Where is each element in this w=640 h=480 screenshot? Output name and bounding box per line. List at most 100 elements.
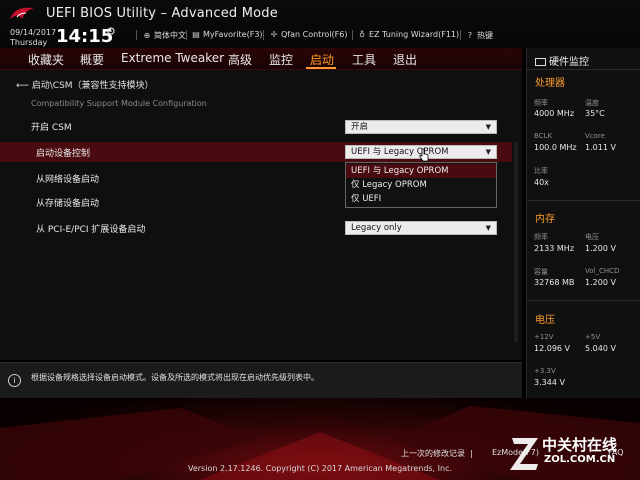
tab-monitor[interactable]: 监控 <box>269 51 293 68</box>
chevron-down-icon: ▼ <box>485 123 491 131</box>
divider-bar: | <box>467 449 473 458</box>
v5-value: 5.040 V <box>585 344 616 353</box>
tab-extreme-tweaker[interactable]: Extreme Tweaker <box>121 51 224 65</box>
pcie-boot-select[interactable]: Legacy only ▼ <box>345 221 497 235</box>
mem-volt-label: 电压 <box>585 233 599 241</box>
globe-icon: ⊕ <box>143 31 151 40</box>
app-title: UEFI BIOS Utility – Advanced Mode <box>46 6 278 21</box>
zol-watermark: 中关村在线 ZOL.COM.CN <box>508 432 636 476</box>
vcore-label: Vcore <box>585 132 605 140</box>
mem-volt-value: 1.200 V <box>585 244 616 253</box>
bclk-label: BCLK <box>534 132 553 140</box>
bclk-value: 100.0 MHz <box>534 143 577 152</box>
myfavorite-button[interactable]: ▤ MyFavorite(F3) <box>191 30 263 39</box>
help-text: 根据设备规格选择设备启动模式。设备及所选的模式将出现在启动优先级列表中。 <box>31 373 319 382</box>
v33-label: +3.3V <box>534 367 556 375</box>
back-arrow-icon[interactable]: ⟵ <box>16 81 32 91</box>
last-modified-button[interactable]: 上一次的修改记录 | <box>401 448 473 459</box>
chevron-down-icon: ▼ <box>485 224 491 232</box>
mem-capacity-label: 容量 <box>534 268 548 276</box>
tab-boot[interactable]: 启动 <box>310 51 334 68</box>
myfavorite-label: MyFavorite(F3) <box>203 30 263 39</box>
mem-freq-value: 2133 MHz <box>534 244 575 253</box>
rog-logo-icon <box>10 7 34 19</box>
csm-enable-label: 开启 CSM <box>31 123 72 133</box>
cpu-temp-label: 温度 <box>585 99 599 107</box>
ez-tuning-label: EZ Tuning Wizard(F11) <box>369 30 460 39</box>
ratio-value: 40x <box>534 178 549 187</box>
vcore-value: 1.011 V <box>585 143 616 152</box>
mouse-pointer-icon <box>419 148 429 162</box>
breadcrumb[interactable]: ⟵ 启动\CSM（兼容性支持模块） <box>16 78 154 91</box>
cpu-freq-label: 频率 <box>534 99 548 107</box>
scrollbar[interactable] <box>514 142 518 342</box>
v12-label: +12V <box>534 333 554 341</box>
v33-value: 3.344 V <box>534 378 565 387</box>
cpu-freq-value: 4000 MHz <box>534 109 575 118</box>
clock-settings-icon[interactable]: ⚙ <box>106 25 116 38</box>
vol-chcd-label: Vol_CHCD <box>585 267 620 275</box>
divider <box>527 200 640 201</box>
csm-enable-value: 开启 <box>351 122 369 132</box>
info-icon: i <box>8 374 21 387</box>
hardware-monitor-panel: 硬件监控 处理器 频率 温度 4000 MHz 35°C BCLK Vcore … <box>526 48 640 430</box>
top-header: UEFI BIOS Utility – Advanced Mode 09/14/… <box>0 0 640 48</box>
storage-boot-label: 从存储设备启动 <box>36 199 100 209</box>
help-info-bar: i 根据设备规格选择设备启动模式。设备及所选的模式将出现在启动优先级列表中。 <box>0 362 522 398</box>
page-subtitle: Compatibility Support Module Configurati… <box>31 99 207 108</box>
tab-advanced[interactable]: 高级 <box>228 51 252 68</box>
divider <box>136 30 137 40</box>
divider <box>186 30 187 40</box>
breadcrumb-text: 启动\CSM（兼容性支持模块） <box>31 81 154 91</box>
vol-chcd-value: 1.200 V <box>585 278 616 287</box>
tab-main[interactable]: 概要 <box>80 51 104 68</box>
language-label: 简体中文 <box>154 31 186 40</box>
myfavorite-icon: ▤ <box>192 30 200 39</box>
clock: 14:15 <box>56 26 114 47</box>
tab-tool[interactable]: 工具 <box>352 51 376 68</box>
ez-tuning-wizard-button[interactable]: ♁ EZ Tuning Wizard(F11) <box>357 30 459 39</box>
network-boot-label: 从网络设备启动 <box>36 175 100 185</box>
chevron-down-icon: ▼ <box>485 148 491 156</box>
main-panel: ⟵ 启动\CSM（兼容性支持模块） Compatibility Support … <box>0 70 522 360</box>
qfan-control-button[interactable]: ✢ Qfan Control(F6) <box>269 30 348 39</box>
hotkey-icon: ? <box>467 31 473 40</box>
watermark-main: 中关村在线 <box>542 436 618 454</box>
pcie-boot-label: 从 PCI-E/PCI 扩展设备启动 <box>36 225 146 235</box>
fan-icon: ✢ <box>270 30 278 39</box>
voltage-section-title: 电压 <box>535 315 555 326</box>
hotkeys-label: 热键 <box>477 31 493 40</box>
weekday-text: Thursday <box>10 38 48 47</box>
mem-freq-label: 频率 <box>534 233 548 241</box>
last-modified-label: 上一次的修改记录 <box>401 449 465 458</box>
cpu-section-title: 处理器 <box>535 78 565 89</box>
tab-exit[interactable]: 退出 <box>393 51 417 68</box>
divider <box>263 30 264 40</box>
hw-title-text: 硬件监控 <box>549 57 589 68</box>
date-display: 09/14/2017 Thursday <box>10 28 56 48</box>
v5-label: +5V <box>585 333 601 341</box>
qfan-label: Qfan Control(F6) <box>281 30 348 39</box>
main-menu: 收藏夹 概要 Extreme Tweaker 高级 监控 启动 工具 退出 <box>0 48 522 70</box>
date-text: 09/14/2017 <box>10 28 57 37</box>
watermark-sub: ZOL.COM.CN <box>544 454 616 465</box>
memory-section-title: 内存 <box>535 214 555 225</box>
v12-value: 12.096 V <box>534 344 571 353</box>
divider <box>460 30 461 40</box>
language-button[interactable]: ⊕ 简体中文 <box>142 30 186 41</box>
hardware-monitor-title: 硬件监控 <box>535 53 589 68</box>
tab-favorites[interactable]: 收藏夹 <box>28 51 64 68</box>
pcie-boot-value: Legacy only <box>351 223 402 233</box>
dropdown-option-uefi-only[interactable]: 仅 UEFI <box>346 192 496 206</box>
divider <box>352 30 353 40</box>
boot-device-dropdown: UEFI 与 Legacy OPROM 仅 Legacy OPROM 仅 UEF… <box>345 162 497 208</box>
active-tab-indicator <box>306 67 336 69</box>
ratio-label: 比率 <box>534 167 548 175</box>
mem-capacity-value: 32768 MB <box>534 278 575 287</box>
dropdown-option-legacy-only[interactable]: 仅 Legacy OPROM <box>346 178 496 192</box>
hotkeys-button[interactable]: ? 热键 <box>465 30 493 41</box>
dropdown-option-uefi-legacy[interactable]: UEFI 与 Legacy OPROM <box>346 164 496 178</box>
monitor-icon <box>535 58 546 66</box>
csm-enable-select[interactable]: 开启 ▼ <box>345 120 497 134</box>
divider <box>527 300 640 301</box>
